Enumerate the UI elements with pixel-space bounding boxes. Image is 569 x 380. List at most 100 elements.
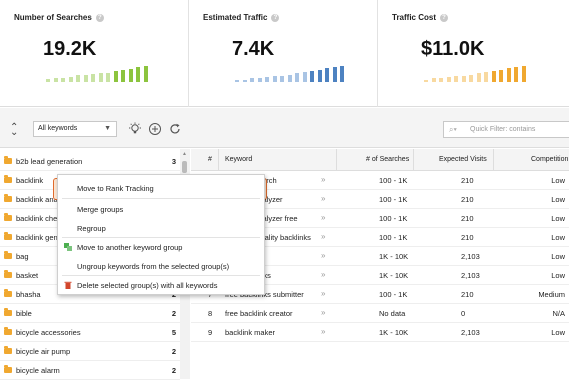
group-row[interactable]: b2b lead generation 3 xyxy=(0,152,180,171)
trend-bar xyxy=(61,78,65,82)
trend-bar xyxy=(242,80,247,82)
double-chevron-right-icon[interactable]: » xyxy=(321,213,325,222)
double-chevron-right-icon[interactable]: » xyxy=(321,251,325,260)
col-header-competition[interactable]: Competition xyxy=(531,156,568,163)
keyword-group-select[interactable]: All keywords ▼ xyxy=(33,121,117,137)
scroll-up-icon[interactable]: ▲ xyxy=(182,151,187,157)
trend-bar xyxy=(431,78,436,82)
help-icon[interactable]: ? xyxy=(95,14,104,22)
folder-icon xyxy=(4,308,12,316)
group-name: bicycle air pump xyxy=(16,347,71,356)
double-chevron-right-icon[interactable]: » xyxy=(321,308,325,317)
folder-icon xyxy=(4,346,12,354)
row-searches: No data xyxy=(379,309,406,318)
table-row[interactable]: 8 free backlink creator » No data 0 N/A xyxy=(191,304,569,323)
menu-item-regroup[interactable]: Regroup xyxy=(58,219,264,237)
trend-bar xyxy=(454,76,458,82)
trend-bar xyxy=(265,77,269,82)
row-searches: 1K - 10K xyxy=(379,328,409,337)
col-header-num[interactable]: # xyxy=(208,156,212,163)
menu-item-delete-groups[interactable]: Delete selected group(s) with all keywor… xyxy=(58,276,264,294)
trend-bar xyxy=(53,78,58,82)
trend-bar xyxy=(476,73,481,82)
group-name: bhasha xyxy=(16,290,41,299)
col-header-keyword[interactable]: Keyword xyxy=(225,156,252,163)
row-visits: 2,103 xyxy=(461,328,480,337)
trend-bar xyxy=(521,66,526,82)
trend-bar xyxy=(340,66,344,82)
stat-title: Number of Searches? xyxy=(14,13,104,22)
folder-icon xyxy=(4,213,12,221)
trend-bar xyxy=(98,73,103,82)
sort-icon[interactable]: ⌃ ⌄ xyxy=(10,123,18,138)
menu-item-move-to-rank-tracking[interactable]: Move to Rank Tracking xyxy=(58,179,264,197)
divider xyxy=(62,198,260,199)
menu-item-label: Merge groups xyxy=(77,205,124,214)
folder-icon xyxy=(4,175,12,183)
row-visits: 210 xyxy=(461,195,474,204)
group-name: b2b lead generation xyxy=(16,157,83,166)
group-row[interactable]: bicycle air pump 2 xyxy=(0,342,180,361)
group-row[interactable]: bicycle accessories 5 xyxy=(0,323,180,342)
menu-item-label: Ungroup keywords from the selected group… xyxy=(77,262,230,271)
col-header-searches[interactable]: # of Searches xyxy=(366,156,409,163)
double-chevron-right-icon[interactable]: » xyxy=(321,270,325,279)
double-chevron-right-icon[interactable]: » xyxy=(321,175,325,184)
row-competition: Low xyxy=(551,252,565,261)
select-value: All keywords xyxy=(38,125,78,132)
trend-bar xyxy=(257,78,262,82)
trend-bar xyxy=(484,72,488,82)
trend-bar xyxy=(446,77,451,82)
row-visits: 2,103 xyxy=(461,271,480,280)
menu-item-label: Regroup xyxy=(77,224,106,233)
divider xyxy=(218,149,219,171)
trend-bar xyxy=(68,77,73,82)
double-chevron-right-icon[interactable]: » xyxy=(321,289,325,298)
trend-bar xyxy=(491,71,496,82)
quick-filter-input[interactable]: ⌕▾ Quick Filter: contains xyxy=(443,121,569,138)
trend-bar xyxy=(235,80,239,82)
group-count: 2 xyxy=(171,347,176,356)
trash-icon xyxy=(64,281,72,289)
folder-icon xyxy=(4,232,12,240)
add-icon[interactable] xyxy=(148,122,162,136)
trend-bar xyxy=(280,76,284,82)
group-count: 5 xyxy=(171,328,176,337)
stat-value: $11.0K xyxy=(421,38,485,60)
trend-bars xyxy=(235,64,345,82)
row-competition: Medium xyxy=(538,290,565,299)
menu-item-ungroup[interactable]: Ungroup keywords from the selected group… xyxy=(58,257,264,275)
stat-card-searches: Number of Searches? 19.2K xyxy=(0,0,190,107)
col-header-visits[interactable]: Expected Visits xyxy=(439,156,487,163)
group-name: backlink gen xyxy=(16,233,58,242)
group-row[interactable]: bible 2 xyxy=(0,304,180,323)
trend-bar xyxy=(91,74,95,82)
row-keyword: free backlink creator xyxy=(225,309,293,318)
group-name: bible xyxy=(16,309,32,318)
trend-bars xyxy=(424,64,534,82)
lightbulb-icon[interactable] xyxy=(128,122,142,136)
refresh-icon[interactable] xyxy=(168,122,182,136)
double-chevron-right-icon[interactable]: » xyxy=(321,327,325,336)
group-name: backlink ana xyxy=(16,195,58,204)
help-icon[interactable]: ? xyxy=(271,14,280,22)
row-competition: Low xyxy=(551,195,565,204)
double-chevron-right-icon[interactable]: » xyxy=(321,194,325,203)
row-searches: 100 - 1K xyxy=(379,214,408,223)
row-visits: 2,103 xyxy=(461,252,480,261)
move-group-icon xyxy=(64,243,72,251)
folder-icon xyxy=(4,156,12,164)
row-competition: Low xyxy=(551,176,565,185)
menu-item-merge-groups[interactable]: Merge groups xyxy=(58,200,264,218)
menu-item-move-to-group[interactable]: Move to another keyword group xyxy=(58,238,264,256)
scrollbar-thumb[interactable] xyxy=(182,161,187,173)
row-searches: 100 - 1K xyxy=(379,176,408,185)
trend-bar xyxy=(113,71,118,82)
row-visits: 210 xyxy=(461,233,474,242)
trend-bar xyxy=(499,70,503,82)
table-row[interactable]: 9 backlink maker » 1K - 10K 2,103 Low xyxy=(191,323,569,342)
double-chevron-right-icon[interactable]: » xyxy=(321,232,325,241)
group-row[interactable]: bicycle alarm 2 xyxy=(0,361,180,380)
help-icon[interactable]: ? xyxy=(440,14,449,22)
menu-item-label: Move to Rank Tracking xyxy=(77,184,154,193)
